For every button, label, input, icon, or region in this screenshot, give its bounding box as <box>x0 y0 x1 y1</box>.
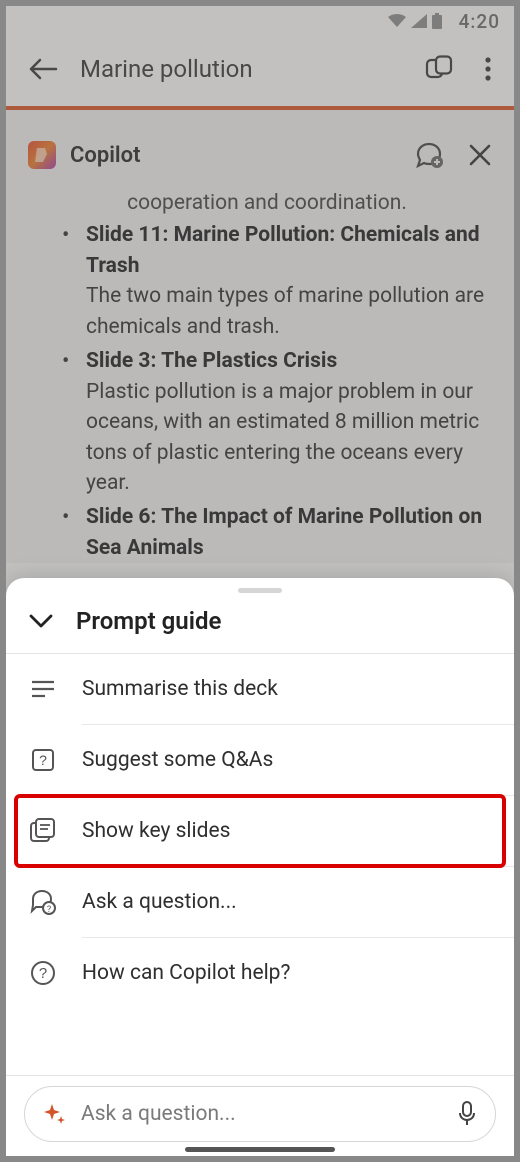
sheet-title: Prompt guide <box>76 607 221 635</box>
status-icons <box>387 13 443 29</box>
truncated-text: cooperation and coordination. <box>48 188 486 218</box>
question-card-icon: ? <box>28 745 58 775</box>
menu-item-suggest-qa[interactable]: ? Suggest some Q&As <box>6 725 514 795</box>
battery-icon <box>431 13 443 29</box>
slide-item-title: Slide 11: Marine Pollution: Chemicals an… <box>86 223 480 277</box>
menu-item-ask-question[interactable]: ? Ask a question... <box>6 867 514 937</box>
menu-item-key-slides[interactable]: Show key slides <box>16 796 504 866</box>
copilot-panel: Copilot cooperation and coordination. Sl… <box>6 110 514 563</box>
sheet-grabber[interactable] <box>238 588 282 593</box>
slide-item: Slide 11: Marine Pollution: Chemicals an… <box>68 220 486 342</box>
overflow-menu-icon[interactable] <box>476 56 500 82</box>
new-chat-icon[interactable] <box>414 140 444 170</box>
slide-item-desc: Plastic pollution is a major problem in … <box>86 380 479 495</box>
signal-icon <box>411 14 427 28</box>
ask-input-bar[interactable]: Ask a question... <box>24 1086 496 1142</box>
menu-item-label: Summarise this deck <box>82 677 278 701</box>
menu-item-summarise[interactable]: Summarise this deck <box>6 654 514 724</box>
back-icon[interactable] <box>28 58 58 80</box>
slide-item: Slide 6: The Impact of Marine Pollution … <box>68 502 486 563</box>
close-icon[interactable] <box>468 143 492 167</box>
status-bar: 4:20 <box>6 6 514 36</box>
summarise-icon <box>28 674 58 704</box>
menu-item-label: How can Copilot help? <box>82 961 290 985</box>
microphone-icon[interactable] <box>457 1101 477 1127</box>
menu-item-label: Ask a question... <box>82 890 237 914</box>
ask-input-placeholder: Ask a question... <box>81 1102 443 1126</box>
slide-item-desc: The two main types of marine pollution a… <box>86 284 484 338</box>
wifi-icon <box>387 14 407 28</box>
svg-text:?: ? <box>47 905 51 915</box>
page-title: Marine pollution <box>80 55 402 83</box>
sparkle-icon <box>43 1102 67 1126</box>
help-icon: ? <box>28 958 58 988</box>
divider <box>6 1075 514 1076</box>
prompt-guide-sheet: Prompt guide Summarise this deck ? Sugge… <box>6 578 514 1156</box>
svg-text:?: ? <box>39 965 47 982</box>
slides-icon <box>28 816 58 846</box>
slide-item-title: Slide 6: The Impact of Marine Pollution … <box>86 505 482 559</box>
svg-text:?: ? <box>39 752 47 768</box>
slide-item: Slide 3: The Plastics Crisis Plastic pol… <box>68 346 486 498</box>
copilot-response: cooperation and coordination. Slide 11: … <box>6 184 514 563</box>
menu-item-label: Show key slides <box>82 819 230 843</box>
menu-item-how-help[interactable]: ? How can Copilot help? <box>6 938 514 1008</box>
home-indicator <box>185 1147 335 1152</box>
app-header: Marine pollution <box>6 36 514 106</box>
chat-question-icon: ? <box>28 887 58 917</box>
status-time: 4:20 <box>459 10 500 33</box>
copilot-logo-icon <box>28 141 56 169</box>
chevron-down-icon[interactable] <box>28 613 54 629</box>
slide-item-title: Slide 3: The Plastics Crisis <box>86 349 337 373</box>
menu-item-label: Suggest some Q&As <box>82 748 273 772</box>
prompt-menu: Summarise this deck ? Suggest some Q&As … <box>6 654 514 1075</box>
copilot-header-icon[interactable] <box>424 54 454 84</box>
copilot-title: Copilot <box>70 143 400 168</box>
